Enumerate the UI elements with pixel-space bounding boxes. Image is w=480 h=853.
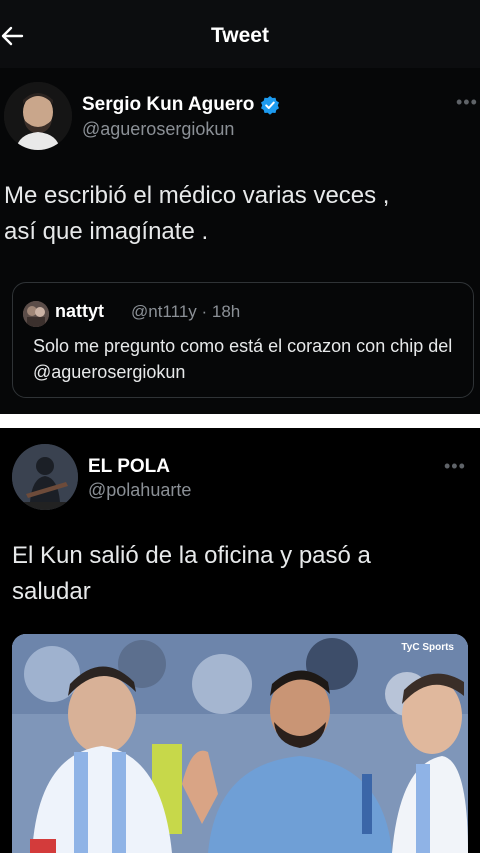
avatar-photo-icon (12, 444, 78, 510)
more-options-icon[interactable]: ••• (444, 456, 466, 477)
tweet-text-line: así que imagínate . (4, 218, 209, 245)
more-options-icon[interactable]: ••• (456, 92, 478, 113)
quote-avatar-photo-icon (23, 301, 49, 327)
tweet-text-line: saludar (12, 578, 91, 605)
divider (0, 414, 480, 428)
tweet-media-image[interactable]: TyC Sports (12, 634, 468, 853)
author-row: Sergio Kun Aguero (82, 94, 280, 116)
author-handle[interactable]: @aguerosergiokun (82, 119, 234, 140)
quoted-tweet[interactable]: nattyt @nt111y · 18h Solo me pregunto co… (12, 282, 474, 398)
media-watermark: TyC Sports (401, 642, 454, 653)
photo-illustration (12, 634, 468, 853)
avatar[interactable] (4, 82, 72, 150)
tweet-text: El Kun salió de la oficina y pasó a salu… (12, 538, 468, 610)
verified-badge-icon (261, 96, 280, 115)
quote-text: Solo me pregunto como está el corazon co… (33, 336, 453, 382)
tweet-text: Me escribió el médico varias veces , así… (4, 178, 474, 250)
author-name[interactable]: Sergio Kun Aguero (82, 94, 254, 116)
quote-author-name: nattyt (55, 301, 104, 321)
avatar[interactable] (12, 444, 78, 510)
avatar-photo-icon (4, 82, 72, 150)
author-row: EL POLA (88, 456, 170, 478)
top-bar: Tweet (0, 0, 480, 68)
tweet-text-line: Me escribió el médico varias veces , (4, 182, 390, 209)
page-title: Tweet (211, 24, 269, 47)
quote-author-meta: @nt111y · 18h (131, 302, 241, 321)
tweet-text-line: El Kun salió de la oficina y pasó a (12, 542, 371, 569)
author-name[interactable]: EL POLA (88, 456, 170, 478)
author-handle[interactable]: @polahuarte (88, 480, 191, 501)
quote-avatar (23, 301, 49, 327)
